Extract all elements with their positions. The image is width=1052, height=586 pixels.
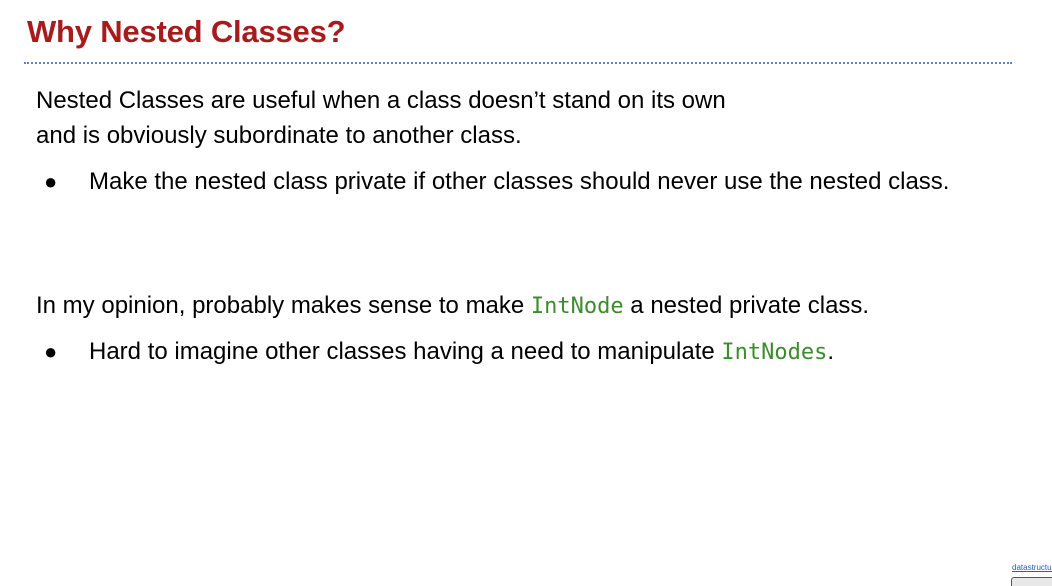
slide-title: Why Nested Classes? [27, 14, 346, 49]
paragraph-line-2: and is obviously subordinate to another … [36, 122, 522, 149]
title-divider [24, 62, 1012, 64]
bullet-marker-2: ● [44, 339, 58, 364]
bullet-text-2: Hard to imagine other classes having a n… [89, 334, 1009, 370]
paragraph-line-1: Nested Classes are useful when a class d… [36, 87, 726, 114]
footer-link[interactable]: datastructur.es [1012, 563, 1052, 572]
bullet2-text-after: . [827, 338, 835, 365]
cc-license-icon [1011, 577, 1052, 586]
bullet2-text-before: Hard to imagine other classes having a n… [89, 338, 722, 365]
code-intnodes: IntNodes [721, 340, 828, 365]
opinion-text-before: In my opinion, probably makes sense to m… [36, 292, 531, 319]
bullet-text-1: Make the nested class private if other c… [89, 168, 950, 195]
opinion-text-after: a nested private class. [623, 292, 870, 319]
code-intnode: IntNode [530, 294, 624, 319]
paragraph-opinion: In my opinion, probably makes sense to m… [36, 288, 869, 324]
bullet-marker-1: ● [44, 169, 58, 194]
